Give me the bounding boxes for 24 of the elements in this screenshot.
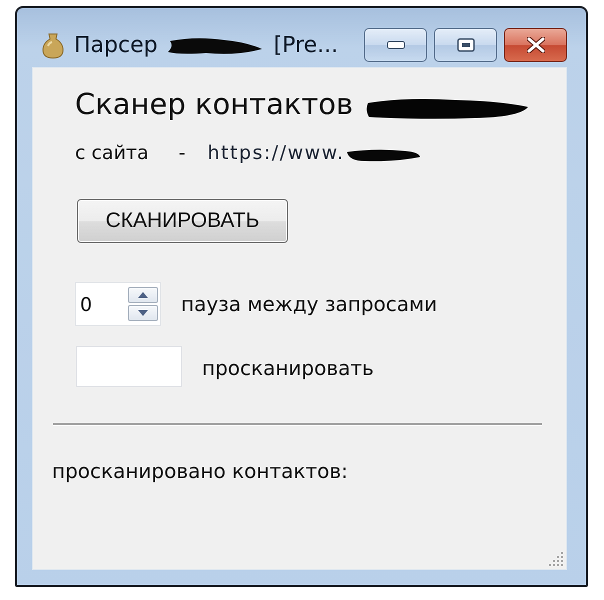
close-button[interactable] (504, 28, 567, 62)
down-caret-icon (138, 310, 148, 316)
result-label: просканировано контактов: (52, 459, 348, 483)
up-caret-icon (138, 292, 148, 298)
pause-label: пауза между запросами (181, 292, 438, 316)
scan-button[interactable]: СКАНИРОВАТЬ (77, 199, 288, 243)
maximize-icon (456, 38, 474, 52)
spin-up-button[interactable] (128, 287, 158, 303)
maximize-button[interactable] (434, 28, 497, 62)
minimize-icon (386, 41, 404, 49)
source-label: с сайта (75, 142, 149, 164)
separator-text: - (178, 142, 186, 164)
input-field[interactable] (76, 346, 182, 387)
heading-text: Сканер контактов (75, 87, 354, 121)
number-spinner[interactable]: 0 (75, 282, 161, 326)
close-icon (526, 37, 544, 53)
spin-down-button[interactable] (128, 305, 158, 321)
window-title-suffix: [Pre... (274, 33, 338, 58)
window-title: Парсер (74, 33, 158, 58)
sack-icon (42, 32, 64, 58)
minimize-button[interactable] (364, 28, 427, 62)
resize-grip-icon (548, 551, 564, 567)
scan-count-label: просканировать (202, 356, 374, 380)
url-text: https://www. (208, 142, 345, 164)
